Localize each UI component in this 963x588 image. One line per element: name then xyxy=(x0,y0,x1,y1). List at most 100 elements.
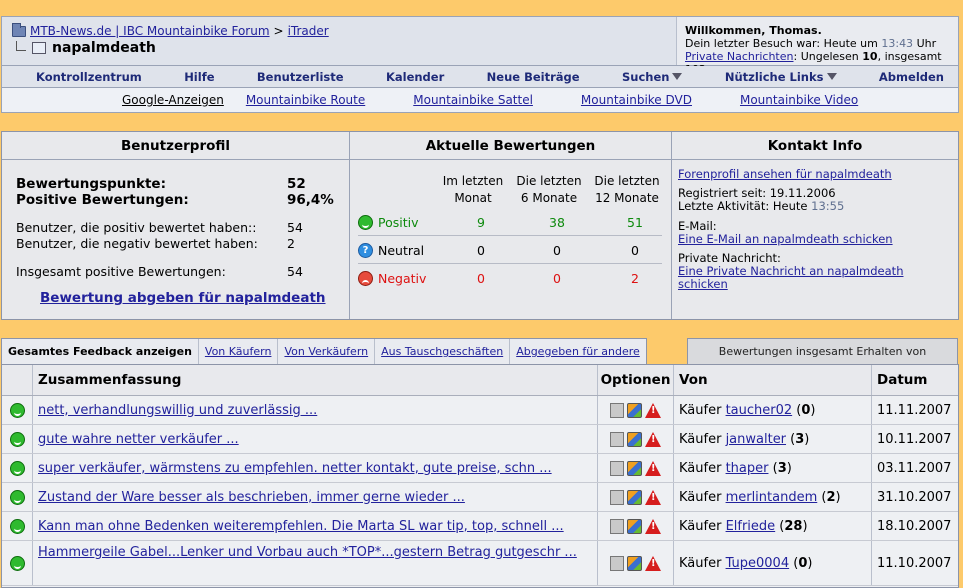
notepad-icon[interactable] xyxy=(610,431,624,447)
positive-smiley-icon xyxy=(9,555,25,571)
nav-abmelden[interactable]: Abmelden xyxy=(879,70,944,84)
report-warning-icon[interactable] xyxy=(645,518,661,534)
folder-icon xyxy=(12,22,26,37)
feedback-summary-link[interactable]: nett, verhandlungswillig und zuverlässig… xyxy=(38,403,317,418)
users-negative-value: 2 xyxy=(287,236,295,251)
forum-profile-link[interactable]: Forenprofil ansehen für napalmdeath xyxy=(678,168,892,181)
from-user-link[interactable]: Elfriede xyxy=(726,519,776,534)
from-user-link[interactable]: merlintandem xyxy=(726,490,818,505)
tab-from-sellers[interactable]: Von Verkäufern xyxy=(277,339,374,364)
positive-value: 96,4% xyxy=(287,192,334,208)
main-navbar: Kontrollzentrum Hilfe Benutzerliste Kale… xyxy=(1,66,959,88)
tab-all-feedback[interactable]: Gesamtes Feedback anzeigen xyxy=(2,339,198,364)
last-visit-suffix: Uhr xyxy=(916,37,937,50)
nav-kalender[interactable]: Kalender xyxy=(386,70,444,84)
row-date: 03.11.2007 xyxy=(877,460,952,476)
contact-info-column: Kontakt Info Forenprofil ansehen für nap… xyxy=(671,132,958,319)
header-line: 12 Monate xyxy=(595,191,659,205)
tree-branch-icon xyxy=(16,41,26,51)
edit-icon[interactable] xyxy=(627,431,642,447)
edit-icon[interactable] xyxy=(627,402,642,418)
nav-kontrollzentrum[interactable]: Kontrollzentrum xyxy=(36,70,142,84)
dropdown-arrow-icon xyxy=(826,73,837,80)
from-role: Käufer xyxy=(679,402,722,418)
ad-link-sattel[interactable]: Mountainbike Sattel xyxy=(413,93,533,107)
points-value: 52 xyxy=(287,176,306,192)
nav-label: Neue Beiträge xyxy=(486,69,580,84)
from-user-link[interactable]: janwalter xyxy=(726,432,786,447)
nav-hilfe[interactable]: Hilfe xyxy=(184,70,214,84)
pm-text-1: : Ungelesen xyxy=(793,50,859,63)
from-user-link[interactable]: taucher02 xyxy=(726,403,793,418)
tab-given-for-others[interactable]: Abgegeben für andere xyxy=(509,339,646,364)
negative-angry-icon xyxy=(358,271,373,286)
feedback-summary-link[interactable]: Kann man ohne Bedenken weiterempfehlen. … xyxy=(38,519,564,534)
table-row: nett, verhandlungswillig und zuverlässig… xyxy=(2,396,958,425)
rating-value: 51 xyxy=(627,214,643,230)
breadcrumb-section-link[interactable]: iTrader xyxy=(288,24,329,38)
from-role: Käufer xyxy=(679,489,722,505)
report-warning-icon[interactable] xyxy=(645,460,661,476)
send-pm-link[interactable]: Eine Private Nachricht an napalmdeath sc… xyxy=(678,265,918,291)
feedback-summary-link[interactable]: gute wahre netter verkäufer ... xyxy=(38,432,239,447)
notepad-icon[interactable] xyxy=(610,460,624,476)
feedback-summary-link[interactable]: super verkäufer, wärmstens zu empfehlen.… xyxy=(38,461,552,476)
ratings-title: Aktuelle Bewertungen xyxy=(350,132,671,160)
rating-label: Neutral xyxy=(378,242,425,258)
edit-icon[interactable] xyxy=(627,555,642,571)
rating-row-positive: Positiv 9 38 51 xyxy=(358,209,662,236)
breadcrumb: MTB-News.de | IBC Mountainbike Forum > i… xyxy=(12,22,329,56)
nav-benutzerliste[interactable]: Benutzerliste xyxy=(257,70,344,84)
table-row: gute wahre netter verkäufer ... Käufer j… xyxy=(2,425,958,454)
row-date: 31.10.2007 xyxy=(877,489,952,505)
tab-from-trades[interactable]: Aus Tauschgeschäften xyxy=(374,339,509,364)
from-user-link[interactable]: thaper xyxy=(726,461,769,476)
feedback-summary-link[interactable]: Zustand der Ware besser als beschrieben,… xyxy=(38,490,465,505)
breadcrumb-separator: > xyxy=(273,24,284,38)
header-line: Monat xyxy=(454,191,492,205)
pm-unread-count: 10 xyxy=(862,50,878,63)
ad-link-dvd[interactable]: Mountainbike DVD xyxy=(581,93,692,107)
header-date: Datum xyxy=(877,372,928,388)
neutral-question-icon: ? xyxy=(358,242,373,258)
notepad-icon[interactable] xyxy=(610,489,624,505)
ad-link-video[interactable]: Mountainbike Video xyxy=(740,93,858,107)
user-score: 0 xyxy=(798,555,808,571)
edit-icon[interactable] xyxy=(627,518,642,534)
row-date: 18.10.2007 xyxy=(877,518,952,534)
report-warning-icon[interactable] xyxy=(645,402,661,418)
report-warning-icon[interactable] xyxy=(645,489,661,505)
edit-icon[interactable] xyxy=(627,460,642,476)
table-header: Zusammenfassung Optionen Von Datum xyxy=(2,365,958,396)
nav-label: Hilfe xyxy=(184,69,215,84)
nav-neue-beitraege[interactable]: Neue Beiträge xyxy=(487,70,580,84)
from-role: Käufer xyxy=(679,518,722,534)
private-messages-link[interactable]: Private Nachrichten xyxy=(685,50,794,63)
report-warning-icon[interactable] xyxy=(645,555,661,571)
breadcrumb-site-link[interactable]: MTB-News.de | IBC Mountainbike Forum xyxy=(30,24,270,38)
rating-label: Positiv xyxy=(378,214,419,230)
from-user-link[interactable]: Tupe0004 xyxy=(726,556,790,571)
positive-smiley-icon xyxy=(9,518,25,534)
positive-smiley-icon xyxy=(9,489,25,505)
give-rating-link[interactable]: Bewertung abgeben für napalmdeath xyxy=(40,290,326,306)
header-summary: Zusammenfassung xyxy=(33,365,598,395)
send-email-link[interactable]: Eine E-Mail an napalmdeath schicken xyxy=(678,233,893,246)
notepad-icon[interactable] xyxy=(610,402,624,418)
header-line: Im letzten xyxy=(442,174,504,188)
nav-suchen[interactable]: Suchen xyxy=(622,70,683,84)
notepad-icon[interactable] xyxy=(610,518,624,534)
nav-nuetzliche-links[interactable]: Nützliche Links xyxy=(725,70,837,84)
tab-from-buyers[interactable]: Von Käufern xyxy=(197,339,278,364)
positive-smiley-icon xyxy=(9,431,25,447)
total-positive-value: 54 xyxy=(287,264,303,279)
report-warning-icon[interactable] xyxy=(645,431,661,447)
header-options: Optionen xyxy=(598,365,674,395)
ad-link-route[interactable]: Mountainbike Route xyxy=(246,93,365,107)
total-positive-label: Insgesamt positive Bewertungen: xyxy=(16,264,226,279)
edit-icon[interactable] xyxy=(627,489,642,505)
header-from: Von xyxy=(674,365,872,395)
feedback-summary-link[interactable]: Hammergeile Gabel...Lenker und Vorbau au… xyxy=(38,545,586,561)
ads-title[interactable]: Google-Anzeigen xyxy=(122,93,224,107)
notepad-icon[interactable] xyxy=(610,555,624,571)
